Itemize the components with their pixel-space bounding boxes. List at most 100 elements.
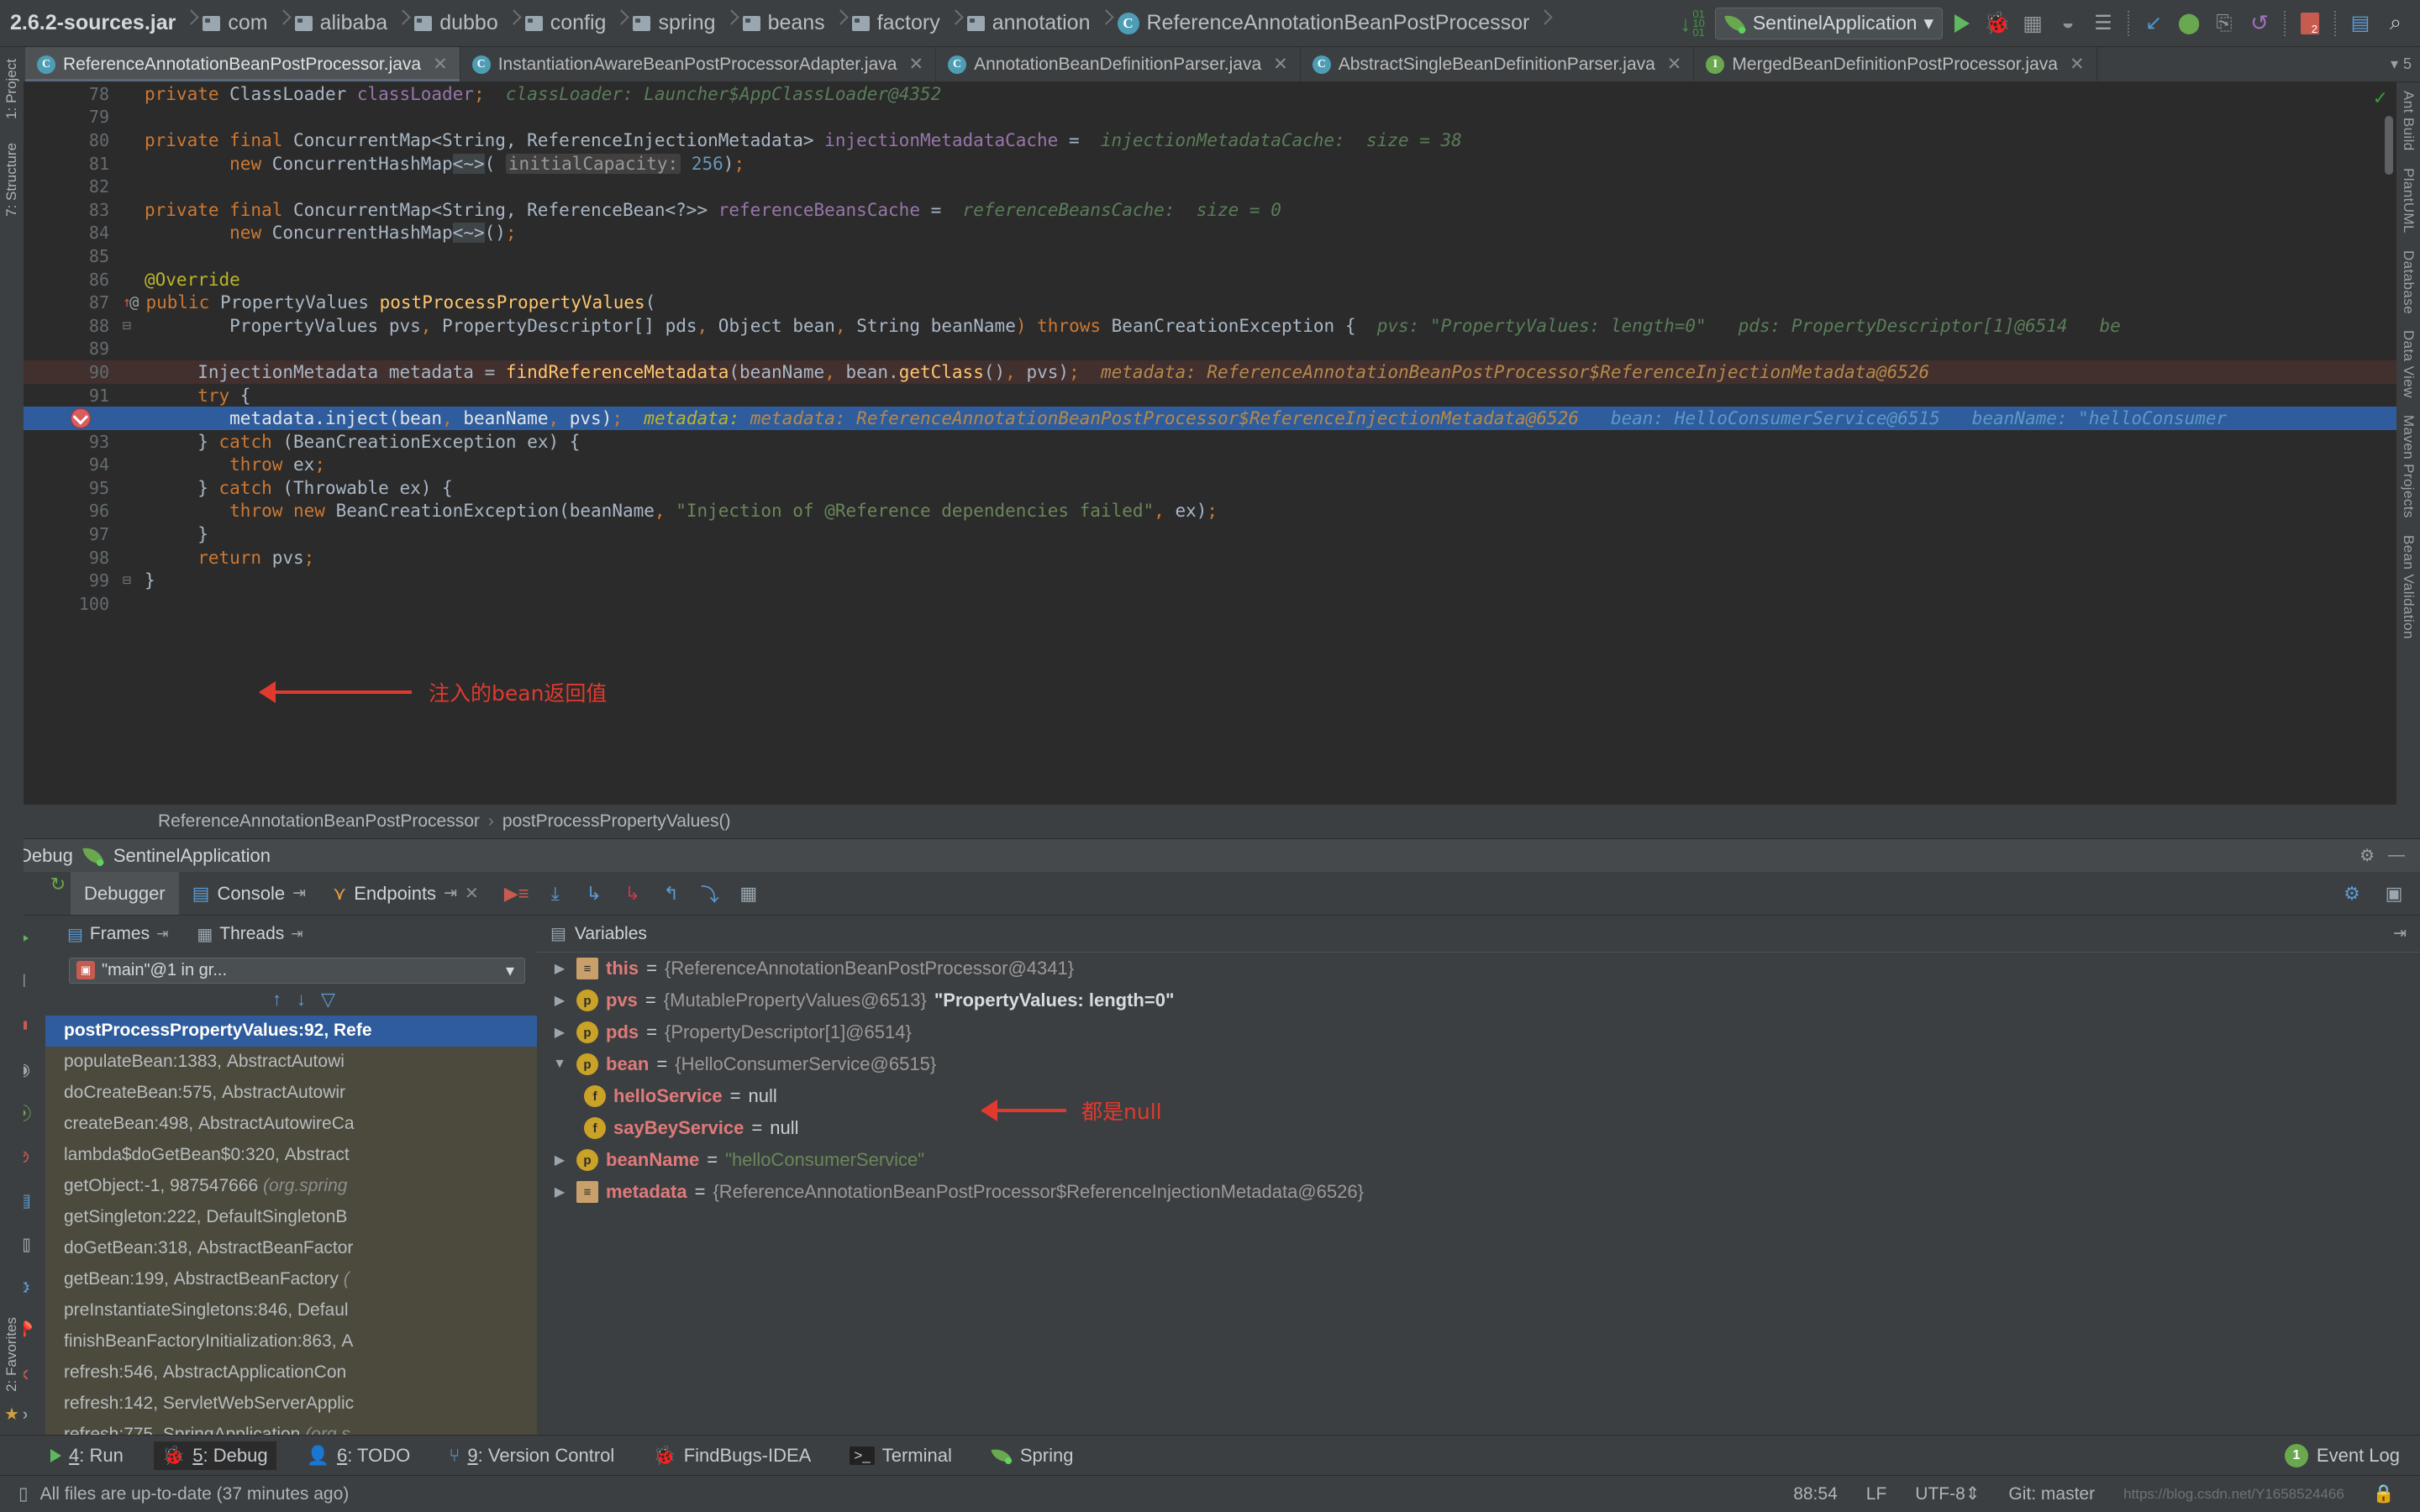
editor-tab-3[interactable]: C AbstractSingleBeanDefinitionParser.jav… — [1301, 47, 1695, 81]
minimize-icon[interactable]: — — [2388, 846, 2405, 865]
layout-icon[interactable]: ▣ — [2381, 881, 2407, 906]
expand-chevron-icon[interactable]: ▶ — [550, 960, 569, 977]
attach-debugger-button[interactable]: ⎘ — [2208, 8, 2240, 39]
breadcrumb-item-factory[interactable]: factory — [847, 0, 949, 46]
editor-scrollbar[interactable] — [2385, 116, 2393, 175]
frame-row[interactable]: finishBeanFactoryInitialization:863, A — [45, 1326, 537, 1357]
close-icon[interactable]: ✕ — [908, 54, 923, 75]
line-number[interactable]: 99 — [24, 570, 116, 591]
chevron-down-icon[interactable]: ▾ — [506, 960, 518, 981]
search-everywhere-button[interactable]: ⌕ — [2380, 8, 2412, 39]
thread-selector[interactable]: ▣ "main"@1 in gr... ▾ — [69, 958, 525, 984]
inspection-status-icon[interactable]: ✓ — [2373, 87, 2388, 109]
close-icon[interactable]: ✕ — [2070, 54, 2085, 75]
line-separator[interactable]: LF — [1866, 1484, 1887, 1504]
fold-region-icon[interactable]: ⊟ — [116, 572, 138, 589]
frame-row[interactable]: refresh:142, ServletWebServerApplic — [45, 1389, 537, 1420]
code-editor[interactable]: 78 private ClassLoader classLoader; clas… — [24, 82, 2396, 838]
close-icon[interactable]: ✕ — [1667, 54, 1682, 75]
settings-icon[interactable]: ⚙ — [2339, 881, 2365, 906]
pin-icon[interactable]: ⇥ — [291, 926, 302, 942]
editor-tab-2[interactable]: C AnnotationBeanDefinitionParser.java ✕ — [936, 47, 1301, 81]
frame-row[interactable]: populateBean:1383, AbstractAutowi — [45, 1047, 537, 1078]
filter-frames-icon[interactable]: ▽ — [321, 989, 335, 1011]
show-execution-point-icon[interactable]: ▶≡ — [504, 881, 529, 906]
pin-icon[interactable]: ⇥ — [156, 926, 168, 942]
run-dashboard-button[interactable]: ☰ — [2087, 8, 2119, 39]
frame-row[interactable]: refresh:775, SpringApplication (org.s — [45, 1420, 537, 1435]
event-log-button[interactable]: 1 Event Log — [2284, 1443, 2420, 1467]
line-number[interactable]: 87 — [24, 292, 116, 312]
code-line-92[interactable]: metadata.inject(bean, beanName, pvs); me… — [24, 407, 2396, 430]
tab-debugger[interactable]: Debugger — [71, 872, 179, 915]
line-number[interactable]: 98 — [24, 548, 116, 568]
tool-window-findbugs[interactable]: 🐞 FindBugs-IDEA — [644, 1441, 819, 1470]
force-step-into-icon[interactable]: ↳ — [620, 881, 645, 906]
breadcrumb-item-spring[interactable]: spring — [628, 0, 723, 46]
collapse-chevron-icon[interactable]: ▼ — [550, 1057, 569, 1072]
frame-up-icon[interactable]: ↑ — [272, 989, 281, 1011]
rerun-icon[interactable]: ↻ — [45, 872, 71, 897]
run-coverage-button[interactable]: ▦ — [2017, 8, 2049, 39]
star-icon[interactable]: ★ — [4, 1404, 19, 1435]
line-number[interactable]: 94 — [24, 454, 116, 475]
frame-row[interactable]: createBean:498, AbstractAutowireCa — [45, 1109, 537, 1140]
line-number[interactable]: 83 — [24, 200, 116, 220]
git-branch[interactable]: Git: master — [2008, 1484, 2095, 1504]
tab-endpoints[interactable]: ⋎ Endpoints ⇥ ✕ — [319, 872, 492, 915]
expand-chevron-icon[interactable]: ▶ — [550, 1024, 569, 1041]
breadcrumb-item-beans[interactable]: beans — [738, 0, 834, 46]
tool-window-terminal[interactable]: >_ Terminal — [841, 1441, 960, 1470]
breadcrumb-method[interactable]: postProcessPropertyValues() — [502, 811, 731, 832]
tool-window-debug[interactable]: 🐞 5: Debug — [153, 1441, 276, 1470]
breadcrumb-item-dubbo[interactable]: dubbo — [409, 0, 507, 46]
frame-row[interactable]: preInstantiateSingletons:846, Defaul — [45, 1295, 537, 1326]
sidebar-item-data-view[interactable]: Data View — [2400, 322, 2417, 407]
database-button[interactable]: ▤ — [2344, 8, 2376, 39]
editor-tab-0[interactable]: C ReferenceAnnotationBeanPostProcessor.j… — [25, 47, 460, 81]
breadcrumb-class[interactable]: ReferenceAnnotationBeanPostProcessor — [158, 811, 480, 832]
memory-indicator-icon[interactable]: ▯ — [18, 1483, 29, 1504]
gear-icon[interactable]: ⚙ — [2360, 845, 2375, 866]
tab-frames[interactable]: ▤ Frames ⇥ — [57, 924, 178, 945]
step-over-icon[interactable]: ⤓ — [543, 881, 568, 906]
line-number[interactable]: 91 — [24, 386, 116, 406]
run-button[interactable] — [1946, 8, 1978, 39]
line-number[interactable]: 85 — [24, 246, 116, 266]
line-number[interactable]: 93 — [24, 432, 116, 452]
line-number[interactable]: 97 — [24, 524, 116, 544]
breadcrumb-item-jar[interactable]: 2.6.2-sources.jar — [3, 0, 184, 46]
line-number[interactable]: 95 — [24, 478, 116, 498]
evaluate-expression-icon[interactable]: ▦ — [736, 881, 761, 906]
line-number[interactable]: 79 — [24, 107, 116, 127]
variable-row-helloService[interactable]: f helloService = null — [537, 1080, 2420, 1112]
line-number[interactable]: 86 — [24, 270, 116, 290]
step-into-button[interactable]: ↙ — [2138, 8, 2170, 39]
caret-position[interactable]: 88:54 — [1793, 1484, 1838, 1504]
pin-icon[interactable]: ⇥ — [444, 884, 457, 903]
sidebar-item-plantuml[interactable]: PlantUML — [2400, 160, 2417, 242]
pin-icon[interactable]: ⇥ — [292, 884, 306, 903]
variable-row-pvs[interactable]: ▶ p pvs = {MutablePropertyValues@6513} "… — [537, 984, 2420, 1016]
frame-row[interactable]: doGetBean:318, AbstractBeanFactor — [45, 1233, 537, 1264]
variable-row-sayBeyService[interactable]: f sayBeyService = null — [537, 1112, 2420, 1144]
line-number[interactable]: 88 — [24, 316, 116, 336]
expand-chevron-icon[interactable]: ▶ — [550, 992, 569, 1009]
step-into-icon[interactable]: ↳ — [581, 881, 607, 906]
frame-row[interactable]: getObject:-1, 987547666 (org.spring — [45, 1171, 537, 1202]
variable-row-beanName[interactable]: ▶ p beanName = "helloConsumerService" — [537, 1144, 2420, 1176]
line-number[interactable]: 78 — [24, 84, 116, 104]
line-number[interactable]: 80 — [24, 130, 116, 150]
breadcrumb-item-alibaba[interactable]: alibaba — [290, 0, 397, 46]
problems-button[interactable] — [2294, 8, 2326, 39]
close-icon[interactable]: ✕ — [465, 883, 479, 904]
sidebar-item-maven-projects[interactable]: Maven Projects — [2400, 407, 2417, 527]
variable-row-metadata[interactable]: ▶ ≡ metadata = {ReferenceAnnotationBeanP… — [537, 1176, 2420, 1208]
line-number[interactable]: 81 — [24, 154, 116, 174]
tool-window-spring[interactable]: Spring — [982, 1441, 1082, 1470]
sidebar-item-structure[interactable]: 7: Structure — [3, 131, 20, 228]
lock-icon[interactable]: 🔒 — [2373, 1484, 2395, 1504]
line-number[interactable]: 90 — [24, 361, 116, 382]
breadcrumb-item-annotation[interactable]: annotation — [962, 0, 1099, 46]
breadcrumb-item-config[interactable]: config — [520, 0, 615, 46]
